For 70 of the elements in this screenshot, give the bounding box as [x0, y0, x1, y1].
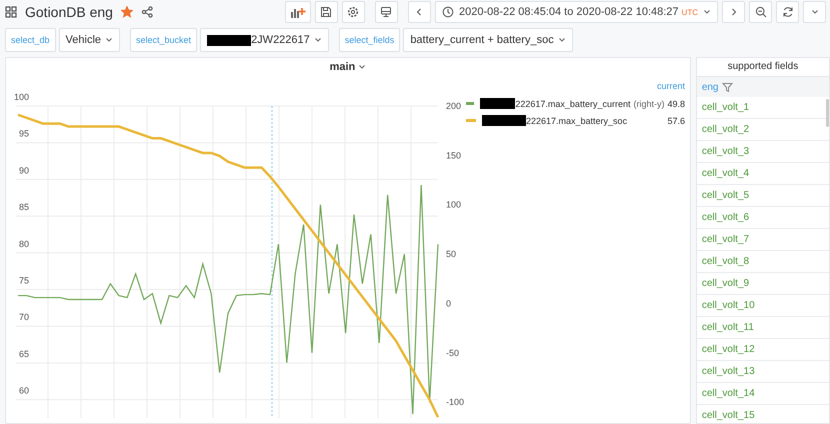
axis-tick-label: -100: [446, 397, 464, 408]
axis-note: (right-y): [633, 98, 664, 108]
field-list-item[interactable]: cell_volt_9: [696, 273, 829, 295]
axis-tick-label: 60: [18, 386, 29, 396]
field-list-item[interactable]: cell_volt_10: [696, 295, 829, 317]
caret-icon: [810, 9, 818, 15]
add-panel-button[interactable]: [284, 1, 311, 23]
zoom-out-icon: [754, 6, 766, 18]
field-list-item[interactable]: cell_volt_5: [696, 185, 829, 207]
axis-tick-label: 95: [18, 128, 29, 139]
save-icon: [320, 6, 332, 18]
caret-icon: [358, 64, 366, 70]
axis-tick-label: 150: [446, 150, 462, 160]
settings-button[interactable]: [342, 1, 365, 23]
field-list-item[interactable]: cell_volt_7: [696, 229, 829, 251]
tv-mode-button[interactable]: [374, 1, 398, 23]
variable-label: select_fields: [338, 28, 400, 52]
field-list-item[interactable]: cell_volt_12: [696, 339, 829, 361]
chart-add-icon: [290, 6, 306, 18]
axis-tick-label: 0: [446, 298, 452, 308]
legend-series-name[interactable]: 222617.max_battery_soc: [526, 116, 628, 126]
variable-dropdown[interactable]: Vehicle: [58, 28, 120, 52]
axis-tick-label: 80: [18, 238, 29, 249]
time-range-picker[interactable]: 2020-08-22 08:45:04 to 2020-08-22 10:48:27 UTC: [434, 1, 718, 23]
refresh-button[interactable]: [776, 1, 799, 23]
variable-label: select_bucket: [130, 28, 198, 52]
variable-dropdown[interactable]: battery_current + battery_soc: [403, 28, 573, 52]
settings-icon: [347, 6, 360, 18]
legend-column-header: current: [656, 81, 685, 91]
panel-title[interactable]: main: [326, 58, 370, 76]
axis-tick-label: 50: [446, 249, 456, 260]
star-icon[interactable]: [120, 6, 133, 18]
axis-tick-label: 75: [18, 276, 29, 286]
field-list-item[interactable]: cell_volt_8: [696, 251, 829, 273]
axis-tick-label: 85: [18, 202, 29, 212]
caret-icon: [314, 37, 322, 43]
axis-tick-label: 100: [446, 200, 462, 210]
variable-dropdown[interactable]: 2JW222617: [200, 28, 329, 52]
chevron-right-icon: [730, 7, 738, 17]
axis-tick-label: 65: [18, 348, 29, 359]
axis-tick-label: 100: [14, 92, 29, 102]
field-list-item[interactable]: cell_volt_11: [696, 317, 829, 339]
axis-tick-label: 200: [446, 101, 462, 111]
caret-icon: [558, 37, 566, 43]
legend-value: 57.6: [667, 116, 685, 126]
clock-icon: [442, 6, 454, 18]
axis-tick-label: 70: [18, 312, 29, 322]
field-list-item[interactable]: cell_volt_3: [696, 141, 829, 163]
field-list-item[interactable]: cell_volt_13: [696, 361, 829, 383]
zoom-out-button[interactable]: [749, 1, 772, 23]
share-icon[interactable]: [140, 6, 153, 18]
field-list-item[interactable]: cell_volt_4: [696, 163, 829, 185]
field-list-item[interactable]: cell_volt_6: [696, 207, 829, 229]
caret-icon: [105, 37, 114, 43]
column-header[interactable]: eng: [702, 82, 718, 92]
filter-icon[interactable]: [722, 82, 732, 92]
field-list-item[interactable]: cell_volt_15: [696, 405, 829, 423]
axis-tick-label: 90: [18, 165, 29, 176]
save-button[interactable]: [314, 1, 338, 23]
legend-value: 49.8: [667, 98, 685, 108]
dashboard-grid-icon[interactable]: [5, 6, 17, 18]
refresh-icon: [782, 6, 794, 18]
legend-series-name[interactable]: 222617.max_battery_current: [515, 98, 630, 108]
chevron-left-icon: [415, 7, 424, 17]
dashboard-title[interactable]: GotionDB eng: [25, 4, 113, 20]
variable-label: select_db: [5, 28, 56, 52]
field-list-item[interactable]: cell_volt_14: [696, 383, 829, 405]
monitor-icon: [380, 6, 392, 18]
axis-tick-label: -50: [446, 348, 460, 358]
caret-icon: [703, 9, 711, 15]
